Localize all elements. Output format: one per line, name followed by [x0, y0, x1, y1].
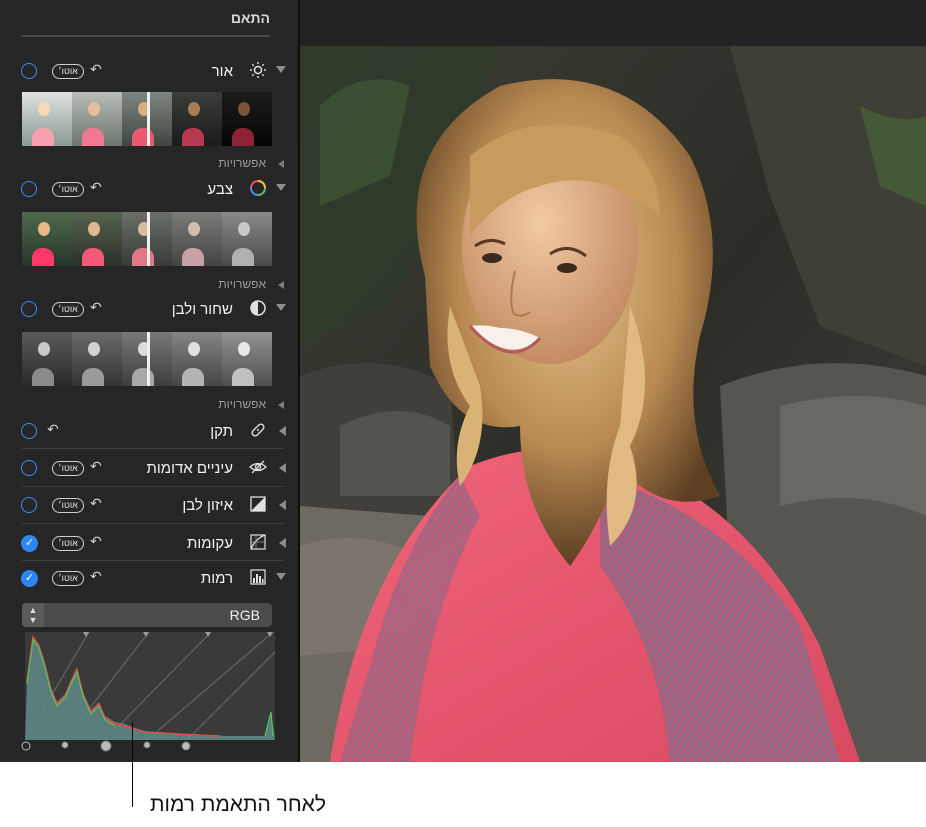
- channel-select-value: RGB: [229, 607, 260, 623]
- undo-icon[interactable]: ↶: [90, 495, 102, 512]
- expand-triangle-icon[interactable]: [279, 426, 286, 436]
- adjustment-label-color: צבע: [207, 181, 233, 198]
- photo-canvas[interactable]: [300, 46, 926, 762]
- enable-toggle-retouch[interactable]: [21, 423, 37, 439]
- photos-edit-window: התאם אוטו׳ ↶ אור אפשרויות אוטו׳ ↶ צבע אפ…: [0, 0, 926, 762]
- disclosure-triangle-icon[interactable]: [278, 401, 284, 409]
- levels-icon: [248, 568, 268, 588]
- thumbnail-slider-handle[interactable]: [147, 212, 150, 266]
- color-thumbnail-strip[interactable]: [22, 212, 272, 266]
- auto-button-curves[interactable]: אוטו׳: [52, 536, 84, 551]
- undo-icon[interactable]: ↶: [90, 179, 102, 196]
- adjustment-label-levels: רמות: [200, 570, 233, 587]
- collapse-triangle-icon[interactable]: [276, 184, 286, 191]
- white-balance-icon: [248, 495, 268, 515]
- thumbnail[interactable]: [172, 332, 222, 386]
- enabled-checkmark-icon[interactable]: ✓: [21, 570, 38, 587]
- enable-toggle-color[interactable]: [21, 181, 37, 197]
- thumbnail[interactable]: [172, 92, 222, 146]
- adjustment-row-retouch[interactable]: ↶ תקן: [0, 418, 298, 446]
- collapse-triangle-icon[interactable]: [276, 304, 286, 311]
- adjustment-label-retouch: תקן: [210, 423, 233, 440]
- row-divider: [22, 486, 284, 487]
- adjustment-row-light[interactable]: אוטו׳ ↶ אור: [0, 58, 298, 86]
- adjust-sidebar: התאם אוטו׳ ↶ אור אפשרויות אוטו׳ ↶ צבע אפ…: [0, 0, 298, 762]
- undo-icon[interactable]: ↶: [90, 61, 102, 78]
- callout-line: [132, 722, 133, 807]
- adjustment-row-color[interactable]: אוטו׳ ↶ צבע: [0, 176, 298, 204]
- auto-button-white-balance[interactable]: אוטו׳: [52, 498, 84, 513]
- options-label-bw[interactable]: אפשרויות: [218, 397, 266, 411]
- undo-icon[interactable]: ↶: [47, 421, 59, 438]
- options-label-light[interactable]: אפשרויות: [218, 156, 266, 170]
- auto-button-color[interactable]: אוטו׳: [52, 182, 84, 197]
- levels-histogram[interactable]: [24, 631, 276, 741]
- auto-button-light[interactable]: אוטו׳: [52, 64, 84, 79]
- disclosure-triangle-icon[interactable]: [278, 160, 284, 168]
- title-divider: [22, 35, 270, 37]
- channel-stepper-icon[interactable]: ▲ ▼: [22, 603, 44, 627]
- thumbnail[interactable]: [222, 332, 272, 386]
- undo-icon[interactable]: ↶: [90, 568, 102, 585]
- expand-triangle-icon[interactable]: [279, 463, 286, 473]
- thumbnail[interactable]: [222, 92, 272, 146]
- thumbnail[interactable]: [172, 212, 222, 266]
- bandage-icon: [248, 421, 268, 441]
- adjustment-label-light: אור: [211, 63, 233, 80]
- adjustment-label-white-balance: איזון לבן: [182, 497, 233, 514]
- adjustment-row-redeye[interactable]: אוטו׳ ↶ עיניים אדומות: [0, 455, 298, 483]
- undo-icon[interactable]: ↶: [90, 533, 102, 550]
- enable-toggle-redeye[interactable]: [21, 460, 37, 476]
- thumbnail[interactable]: [22, 212, 72, 266]
- enable-toggle-light[interactable]: [21, 63, 37, 79]
- color-wheel-icon: [248, 179, 268, 199]
- thumbnail-slider-handle[interactable]: [147, 332, 150, 386]
- adjustment-row-bw[interactable]: אוטו׳ ↶ שחור ולבן: [0, 296, 298, 324]
- options-label-color[interactable]: אפשרויות: [218, 277, 266, 291]
- adjustment-label-bw: שחור ולבן: [171, 301, 233, 318]
- row-divider: [22, 560, 284, 561]
- thumbnail[interactable]: [72, 92, 122, 146]
- adjustment-label-redeye: עיניים אדומות: [146, 460, 234, 477]
- enable-toggle-bw[interactable]: [21, 301, 37, 317]
- toolbar-strip: [300, 0, 926, 46]
- expand-triangle-icon[interactable]: [279, 538, 286, 548]
- thumbnail[interactable]: [222, 212, 272, 266]
- adjustment-row-white-balance[interactable]: אוטו׳ ↶ איזון לבן: [0, 492, 298, 520]
- auto-button-redeye[interactable]: אוטו׳: [52, 461, 84, 476]
- enable-toggle-white-balance[interactable]: [21, 497, 37, 513]
- bw-thumbnail-strip[interactable]: [22, 332, 272, 386]
- collapse-triangle-icon[interactable]: [276, 66, 286, 73]
- light-thumbnail-strip[interactable]: [22, 92, 272, 146]
- undo-icon[interactable]: ↶: [90, 458, 102, 475]
- thumbnail[interactable]: [22, 92, 72, 146]
- thumbnail[interactable]: [72, 212, 122, 266]
- auto-button-bw[interactable]: אוטו׳: [52, 302, 84, 317]
- expand-triangle-icon[interactable]: [279, 500, 286, 510]
- caption-label: לאחר התאמת רמות: [150, 793, 326, 816]
- undo-icon[interactable]: ↶: [90, 299, 102, 316]
- row-divider: [22, 523, 284, 524]
- curves-icon: [248, 533, 268, 553]
- half-circle-icon: [248, 299, 268, 319]
- collapse-triangle-icon[interactable]: [276, 573, 286, 580]
- disclosure-triangle-icon[interactable]: [278, 281, 284, 289]
- levels-handles[interactable]: [18, 737, 198, 753]
- panel-title: התאם: [230, 10, 270, 26]
- eye-icon: [248, 458, 268, 478]
- adjustment-label-curves: עקומות: [186, 535, 233, 552]
- auto-button-levels[interactable]: אוטו׳: [52, 571, 84, 586]
- thumbnail[interactable]: [72, 332, 122, 386]
- adjustment-row-levels[interactable]: ✓ אוטו׳ ↶ רמות: [0, 565, 298, 593]
- enabled-checkmark-icon[interactable]: ✓: [21, 535, 38, 552]
- adjustment-row-curves[interactable]: ✓ אוטו׳ ↶ עקומות: [0, 530, 298, 558]
- channel-select[interactable]: ▲ ▼ RGB: [22, 603, 272, 627]
- thumbnail[interactable]: [22, 332, 72, 386]
- sun-icon: [248, 61, 268, 81]
- row-divider: [22, 448, 284, 449]
- thumbnail-slider-handle[interactable]: [147, 92, 150, 146]
